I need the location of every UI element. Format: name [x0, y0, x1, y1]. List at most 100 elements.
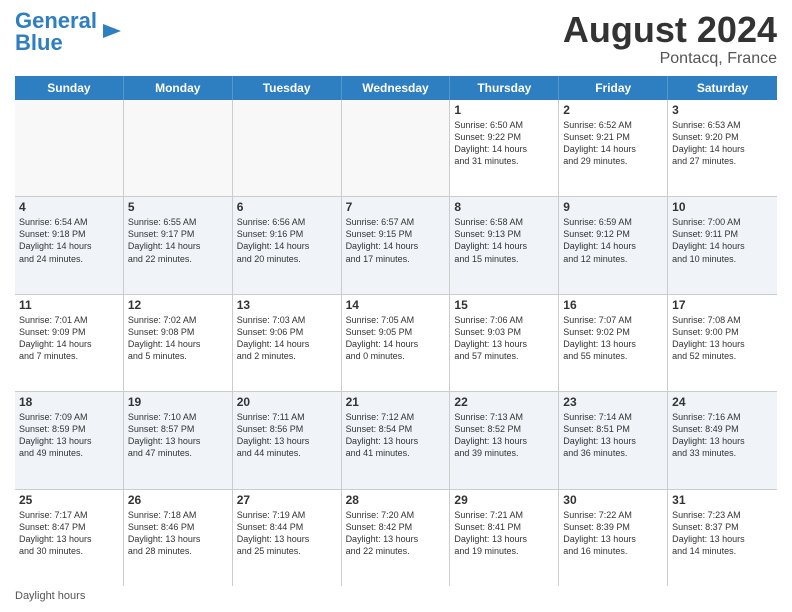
day-content: Sunrise: 7:21 AM Sunset: 8:41 PM Dayligh… — [454, 509, 554, 558]
header: General Blue August 2024 Pontacq, France — [15, 10, 777, 68]
day-number: 16 — [563, 298, 663, 312]
cal-cell — [15, 100, 124, 196]
cal-cell: 29 Sunrise: 7:21 AM Sunset: 8:41 PM Dayli… — [450, 490, 559, 586]
cal-cell: 22Sunrise: 7:13 AM Sunset: 8:52 PM Dayli… — [450, 392, 559, 488]
day-content: Sunrise: 7:03 AM Sunset: 9:06 PM Dayligh… — [237, 314, 337, 363]
day-number: 17 — [672, 298, 773, 312]
day-number: 29 — [454, 493, 554, 507]
cal-cell — [124, 100, 233, 196]
day-number: 19 — [128, 395, 228, 409]
day-content: Sunrise: 6:50 AM Sunset: 9:22 PM Dayligh… — [454, 119, 554, 168]
day-content: Sunrise: 7:10 AM Sunset: 8:57 PM Dayligh… — [128, 411, 228, 460]
cal-header-wednesday: Wednesday — [342, 76, 451, 100]
cal-cell: 17 Sunrise: 7:08 AM Sunset: 9:00 PM Dayli… — [668, 295, 777, 391]
daylight-label: Daylight hours — [15, 590, 85, 602]
cal-cell: 16 Sunrise: 7:07 AM Sunset: 9:02 PM Dayli… — [559, 295, 668, 391]
logo: General Blue — [15, 10, 123, 54]
cal-cell: 31Sunrise: 7:23 AM Sunset: 8:37 PM Dayli… — [668, 490, 777, 586]
location: Pontacq, France — [563, 50, 777, 68]
cal-cell: 5 Sunrise: 6:55 AM Sunset: 9:17 PM Daylig… — [124, 197, 233, 293]
cal-cell: 14 Sunrise: 7:05 AM Sunset: 9:05 PM Dayli… — [342, 295, 451, 391]
day-content: Sunrise: 7:18 AM Sunset: 8:46 PM Dayligh… — [128, 509, 228, 558]
cal-cell: 26 Sunrise: 7:18 AM Sunset: 8:46 PM Dayli… — [124, 490, 233, 586]
cal-cell: 15Sunrise: 7:06 AM Sunset: 9:03 PM Dayli… — [450, 295, 559, 391]
cal-cell: 20 Sunrise: 7:11 AM Sunset: 8:56 PM Dayli… — [233, 392, 342, 488]
day-content: Sunrise: 7:08 AM Sunset: 9:00 PM Dayligh… — [672, 314, 773, 363]
day-content: Sunrise: 7:19 AM Sunset: 8:44 PM Dayligh… — [237, 509, 337, 558]
cal-header-thursday: Thursday — [450, 76, 559, 100]
day-number: 20 — [237, 395, 337, 409]
day-number: 24 — [672, 395, 773, 409]
cal-cell: 13 Sunrise: 7:03 AM Sunset: 9:06 PM Dayli… — [233, 295, 342, 391]
day-content: Sunrise: 7:05 AM Sunset: 9:05 PM Dayligh… — [346, 314, 446, 363]
day-content: Sunrise: 7:12 AM Sunset: 8:54 PM Dayligh… — [346, 411, 446, 460]
day-content: Sunrise: 7:14 AM Sunset: 8:51 PM Dayligh… — [563, 411, 663, 460]
day-number: 26 — [128, 493, 228, 507]
cal-cell — [342, 100, 451, 196]
page: General Blue August 2024 Pontacq, France… — [0, 0, 792, 612]
day-number: 5 — [128, 200, 228, 214]
cal-cell: 8Sunrise: 6:58 AM Sunset: 9:13 PM Daylig… — [450, 197, 559, 293]
day-number: 2 — [563, 103, 663, 117]
day-content: Sunrise: 6:56 AM Sunset: 9:16 PM Dayligh… — [237, 216, 337, 265]
logo-blue: Blue — [15, 30, 63, 55]
cal-header-tuesday: Tuesday — [233, 76, 342, 100]
calendar: SundayMondayTuesdayWednesdayThursdayFrid… — [15, 76, 777, 586]
day-number: 14 — [346, 298, 446, 312]
day-number: 1 — [454, 103, 554, 117]
cal-cell: 28Sunrise: 7:20 AM Sunset: 8:42 PM Dayli… — [342, 490, 451, 586]
day-content: Sunrise: 7:02 AM Sunset: 9:08 PM Dayligh… — [128, 314, 228, 363]
cal-header-monday: Monday — [124, 76, 233, 100]
calendar-header: SundayMondayTuesdayWednesdayThursdayFrid… — [15, 76, 777, 100]
day-number: 9 — [563, 200, 663, 214]
day-number: 18 — [19, 395, 119, 409]
day-number: 4 — [19, 200, 119, 214]
day-number: 21 — [346, 395, 446, 409]
day-number: 12 — [128, 298, 228, 312]
day-number: 25 — [19, 493, 119, 507]
cal-cell: 1 Sunrise: 6:50 AM Sunset: 9:22 PM Daylig… — [450, 100, 559, 196]
day-number: 10 — [672, 200, 773, 214]
cal-cell: 18 Sunrise: 7:09 AM Sunset: 8:59 PM Dayli… — [15, 392, 124, 488]
day-content: Sunrise: 7:17 AM Sunset: 8:47 PM Dayligh… — [19, 509, 119, 558]
cal-cell: 4 Sunrise: 6:54 AM Sunset: 9:18 PM Daylig… — [15, 197, 124, 293]
day-number: 13 — [237, 298, 337, 312]
day-content: Sunrise: 6:55 AM Sunset: 9:17 PM Dayligh… — [128, 216, 228, 265]
day-content: Sunrise: 6:57 AM Sunset: 9:15 PM Dayligh… — [346, 216, 446, 265]
cal-cell: 30 Sunrise: 7:22 AM Sunset: 8:39 PM Dayli… — [559, 490, 668, 586]
calendar-body: 1 Sunrise: 6:50 AM Sunset: 9:22 PM Daylig… — [15, 100, 777, 586]
day-content: Sunrise: 7:00 AM Sunset: 9:11 PM Dayligh… — [672, 216, 773, 265]
day-content: Sunrise: 6:54 AM Sunset: 9:18 PM Dayligh… — [19, 216, 119, 265]
day-content: Sunrise: 7:11 AM Sunset: 8:56 PM Dayligh… — [237, 411, 337, 460]
cal-cell: 23Sunrise: 7:14 AM Sunset: 8:51 PM Dayli… — [559, 392, 668, 488]
cal-cell: 10 Sunrise: 7:00 AM Sunset: 9:11 PM Dayli… — [668, 197, 777, 293]
day-number: 3 — [672, 103, 773, 117]
cal-cell: 11Sunrise: 7:01 AM Sunset: 9:09 PM Dayli… — [15, 295, 124, 391]
title-block: August 2024 Pontacq, France — [563, 10, 777, 68]
day-content: Sunrise: 7:09 AM Sunset: 8:59 PM Dayligh… — [19, 411, 119, 460]
cal-cell: 6 Sunrise: 6:56 AM Sunset: 9:16 PM Daylig… — [233, 197, 342, 293]
cal-week-3: 11Sunrise: 7:01 AM Sunset: 9:09 PM Dayli… — [15, 295, 777, 392]
cal-cell: 25 Sunrise: 7:17 AM Sunset: 8:47 PM Dayli… — [15, 490, 124, 586]
day-number: 7 — [346, 200, 446, 214]
day-content: Sunrise: 6:58 AM Sunset: 9:13 PM Dayligh… — [454, 216, 554, 265]
day-number: 27 — [237, 493, 337, 507]
day-number: 28 — [346, 493, 446, 507]
cal-cell: 21 Sunrise: 7:12 AM Sunset: 8:54 PM Dayli… — [342, 392, 451, 488]
day-content: Sunrise: 7:22 AM Sunset: 8:39 PM Dayligh… — [563, 509, 663, 558]
day-number: 30 — [563, 493, 663, 507]
cal-cell: 27 Sunrise: 7:19 AM Sunset: 8:44 PM Dayli… — [233, 490, 342, 586]
day-content: Sunrise: 6:53 AM Sunset: 9:20 PM Dayligh… — [672, 119, 773, 168]
cal-cell: 12 Sunrise: 7:02 AM Sunset: 9:08 PM Dayli… — [124, 295, 233, 391]
footer-note: Daylight hours — [15, 590, 777, 602]
cal-cell: 19 Sunrise: 7:10 AM Sunset: 8:57 PM Dayli… — [124, 392, 233, 488]
cal-header-sunday: Sunday — [15, 76, 124, 100]
day-number: 22 — [454, 395, 554, 409]
day-number: 6 — [237, 200, 337, 214]
cal-header-saturday: Saturday — [668, 76, 777, 100]
cal-week-4: 18 Sunrise: 7:09 AM Sunset: 8:59 PM Dayli… — [15, 392, 777, 489]
day-number: 31 — [672, 493, 773, 507]
day-content: Sunrise: 6:52 AM Sunset: 9:21 PM Dayligh… — [563, 119, 663, 168]
cal-header-friday: Friday — [559, 76, 668, 100]
day-content: Sunrise: 7:07 AM Sunset: 9:02 PM Dayligh… — [563, 314, 663, 363]
